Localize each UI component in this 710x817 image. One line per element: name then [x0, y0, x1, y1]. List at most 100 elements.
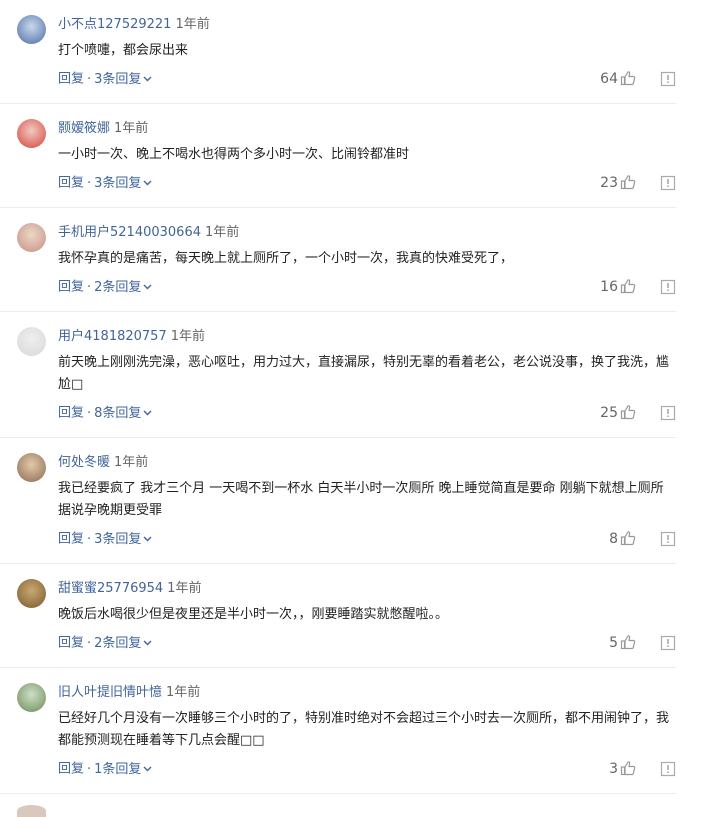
username-link[interactable]: 用户4181820757: [58, 329, 167, 344]
comment-actions: 回复 · 2条回复: [58, 634, 152, 653]
avatar[interactable]: [17, 579, 46, 608]
chevron-down-icon: [143, 278, 152, 296]
comment-item: 甜蜜蜜25776954 1年前晚饭后水喝很少但是夜里还是半小时一次，，刚要睡踏实就…: [0, 564, 676, 668]
report-icon[interactable]: [660, 635, 676, 655]
reply-count: 1条回复: [94, 761, 142, 777]
separator: ·: [87, 405, 92, 421]
comment-text: 我已经要疯了 我才三个月 一天喝不到一杯水 白天半小时一次厕所 晚上睡觉简直是要…: [58, 481, 664, 518]
reply-button[interactable]: 回复: [58, 532, 84, 547]
chevron-down-icon: [143, 760, 152, 778]
reply-button[interactable]: 回复: [58, 280, 84, 295]
report-icon[interactable]: [660, 71, 676, 91]
like-button[interactable]: 8: [609, 530, 636, 551]
reply-button[interactable]: 回复: [58, 636, 84, 651]
comment-header: 旧人叶提旧情叶憶 1年前: [58, 684, 200, 702]
comment-time: 1年前: [114, 121, 149, 136]
view-replies-button[interactable]: 3条回复: [94, 176, 152, 191]
comment-item: 颢嫒筱娜 1年前 一小时一次、晚上不喝水也得两个多小时一次、比闹铃都准时 回复 · 3条回…: [0, 104, 676, 208]
comment-actions: 回复 · 3条回复: [58, 530, 152, 549]
comment-time: 1年前: [170, 329, 205, 344]
thumbs-up-icon: [620, 530, 636, 551]
view-replies-button[interactable]: 3条回复: [94, 72, 152, 87]
reply-count: 3条回复: [94, 531, 142, 547]
avatar[interactable]: [17, 15, 46, 44]
avatar[interactable]: [17, 223, 46, 252]
username-link[interactable]: 颢嫒筱娜: [58, 121, 110, 136]
like-button[interactable]: 23: [600, 174, 636, 195]
comment-header: 用户4181820757 1年前: [58, 328, 205, 346]
thumbs-up-icon: [620, 70, 636, 91]
comment-item: 用户4181820757 1年前 前天晚上刚刚洗完澡，恶心呕吐，用力过大，直接漏尿，…: [0, 312, 676, 438]
comment-time: 1年前: [175, 17, 210, 32]
view-replies-button[interactable]: 2条回复: [94, 280, 152, 295]
avatar[interactable]: [17, 119, 46, 148]
like-count: 64: [600, 71, 618, 87]
like-count: 5: [609, 635, 618, 651]
report-icon[interactable]: [660, 761, 676, 781]
reply-button[interactable]: 回复: [58, 406, 84, 421]
like-button[interactable]: 64: [600, 70, 636, 91]
comment-stats: 25: [536, 404, 676, 422]
username-link[interactable]: 小不点127529221: [58, 17, 171, 32]
comment-actions: 回复 · 3条回复: [58, 174, 152, 193]
separator: ·: [87, 175, 92, 191]
username-link[interactable]: 旧人叶提旧情叶憶: [58, 685, 162, 700]
avatar[interactable]: [17, 453, 46, 482]
comment-time: 1年前: [114, 455, 149, 470]
reply-button[interactable]: 回复: [58, 762, 84, 777]
comment-time: 1年前: [166, 685, 201, 700]
comment-stats: 5: [536, 634, 676, 652]
username-link[interactable]: 甜蜜蜜25776954: [58, 581, 163, 596]
comment-actions: 回复 · 8条回复: [58, 404, 152, 423]
comment-item: 何处冬暖 1年前我已经要疯了 我才三个月 一天喝不到一杯水 白天半小时一次厕所 晚…: [0, 438, 676, 564]
username-link[interactable]: 手机用户52140030664: [58, 225, 201, 240]
like-count: 16: [600, 279, 618, 295]
username-link[interactable]: 何处冬暖: [58, 455, 110, 470]
thumbs-up-icon: [620, 634, 636, 655]
thumbs-up-icon: [620, 278, 636, 299]
reply-count: 3条回复: [94, 175, 142, 191]
comment-actions: 回复 · 2条回复: [58, 278, 152, 297]
thumbs-up-icon: [620, 404, 636, 425]
chevron-down-icon: [143, 70, 152, 88]
separator: ·: [87, 635, 92, 651]
thumbs-up-icon: [620, 760, 636, 781]
comment-text: 已经好几个月没有一次睡够三个小时的了，特别准时绝对不会超过三个小时去一次厕所，都…: [58, 711, 670, 748]
report-icon[interactable]: [660, 279, 676, 299]
avatar[interactable]: [17, 683, 46, 712]
view-replies-button[interactable]: 2条回复: [94, 636, 152, 651]
separator: ·: [87, 531, 92, 547]
view-replies-button[interactable]: 3条回复: [94, 532, 152, 547]
like-button[interactable]: 16: [600, 278, 636, 299]
comment-actions: 回复 · 1条回复: [58, 760, 152, 779]
comment-stats: 23: [536, 174, 676, 192]
reply-button[interactable]: 回复: [58, 72, 84, 87]
like-count: 23: [600, 175, 618, 191]
comment-text: 我怀孕真的是痛苦，每天晚上就上厕所了，一个小时一次，我真的快难受死了，: [58, 251, 514, 266]
comment-header: 手机用户52140030664 1年前: [58, 224, 239, 242]
like-button[interactable]: 5: [609, 634, 636, 655]
comment-header: 小不点127529221 1年前: [58, 16, 210, 34]
report-icon[interactable]: [660, 175, 676, 195]
view-replies-button[interactable]: 8条回复: [94, 406, 152, 421]
view-replies-button[interactable]: 1条回复: [94, 762, 152, 777]
like-count: 8: [609, 531, 618, 547]
like-button[interactable]: 25: [600, 404, 636, 425]
comment-text: 一小时一次、晚上不喝水也得两个多小时一次、比闹铃都准时: [58, 147, 410, 162]
avatar[interactable]: [17, 805, 46, 817]
comment-stats: 3: [536, 760, 676, 778]
separator: ·: [87, 761, 92, 777]
comment-item: 小不点127529221 1年前 打个喷嚏，都会尿出来 回复 · 3条回复 64: [0, 0, 676, 104]
comment-list: 小不点127529221 1年前 打个喷嚏，都会尿出来 回复 · 3条回复 64 颢嫒筱娜 1年…: [0, 0, 710, 794]
like-button[interactable]: 3: [609, 760, 636, 781]
chevron-down-icon: [143, 404, 152, 422]
comment-time: 1年前: [167, 581, 202, 596]
comment-text: 晚饭后水喝很少但是夜里还是半小时一次，，刚要睡踏实就憋醒啦。。: [58, 607, 449, 622]
avatar[interactable]: [17, 327, 46, 356]
like-count: 3: [609, 761, 618, 777]
reply-count: 2条回复: [94, 635, 142, 651]
reply-button[interactable]: 回复: [58, 176, 84, 191]
report-icon[interactable]: [660, 531, 676, 551]
report-icon[interactable]: [660, 405, 676, 425]
reply-count: 3条回复: [94, 71, 142, 87]
